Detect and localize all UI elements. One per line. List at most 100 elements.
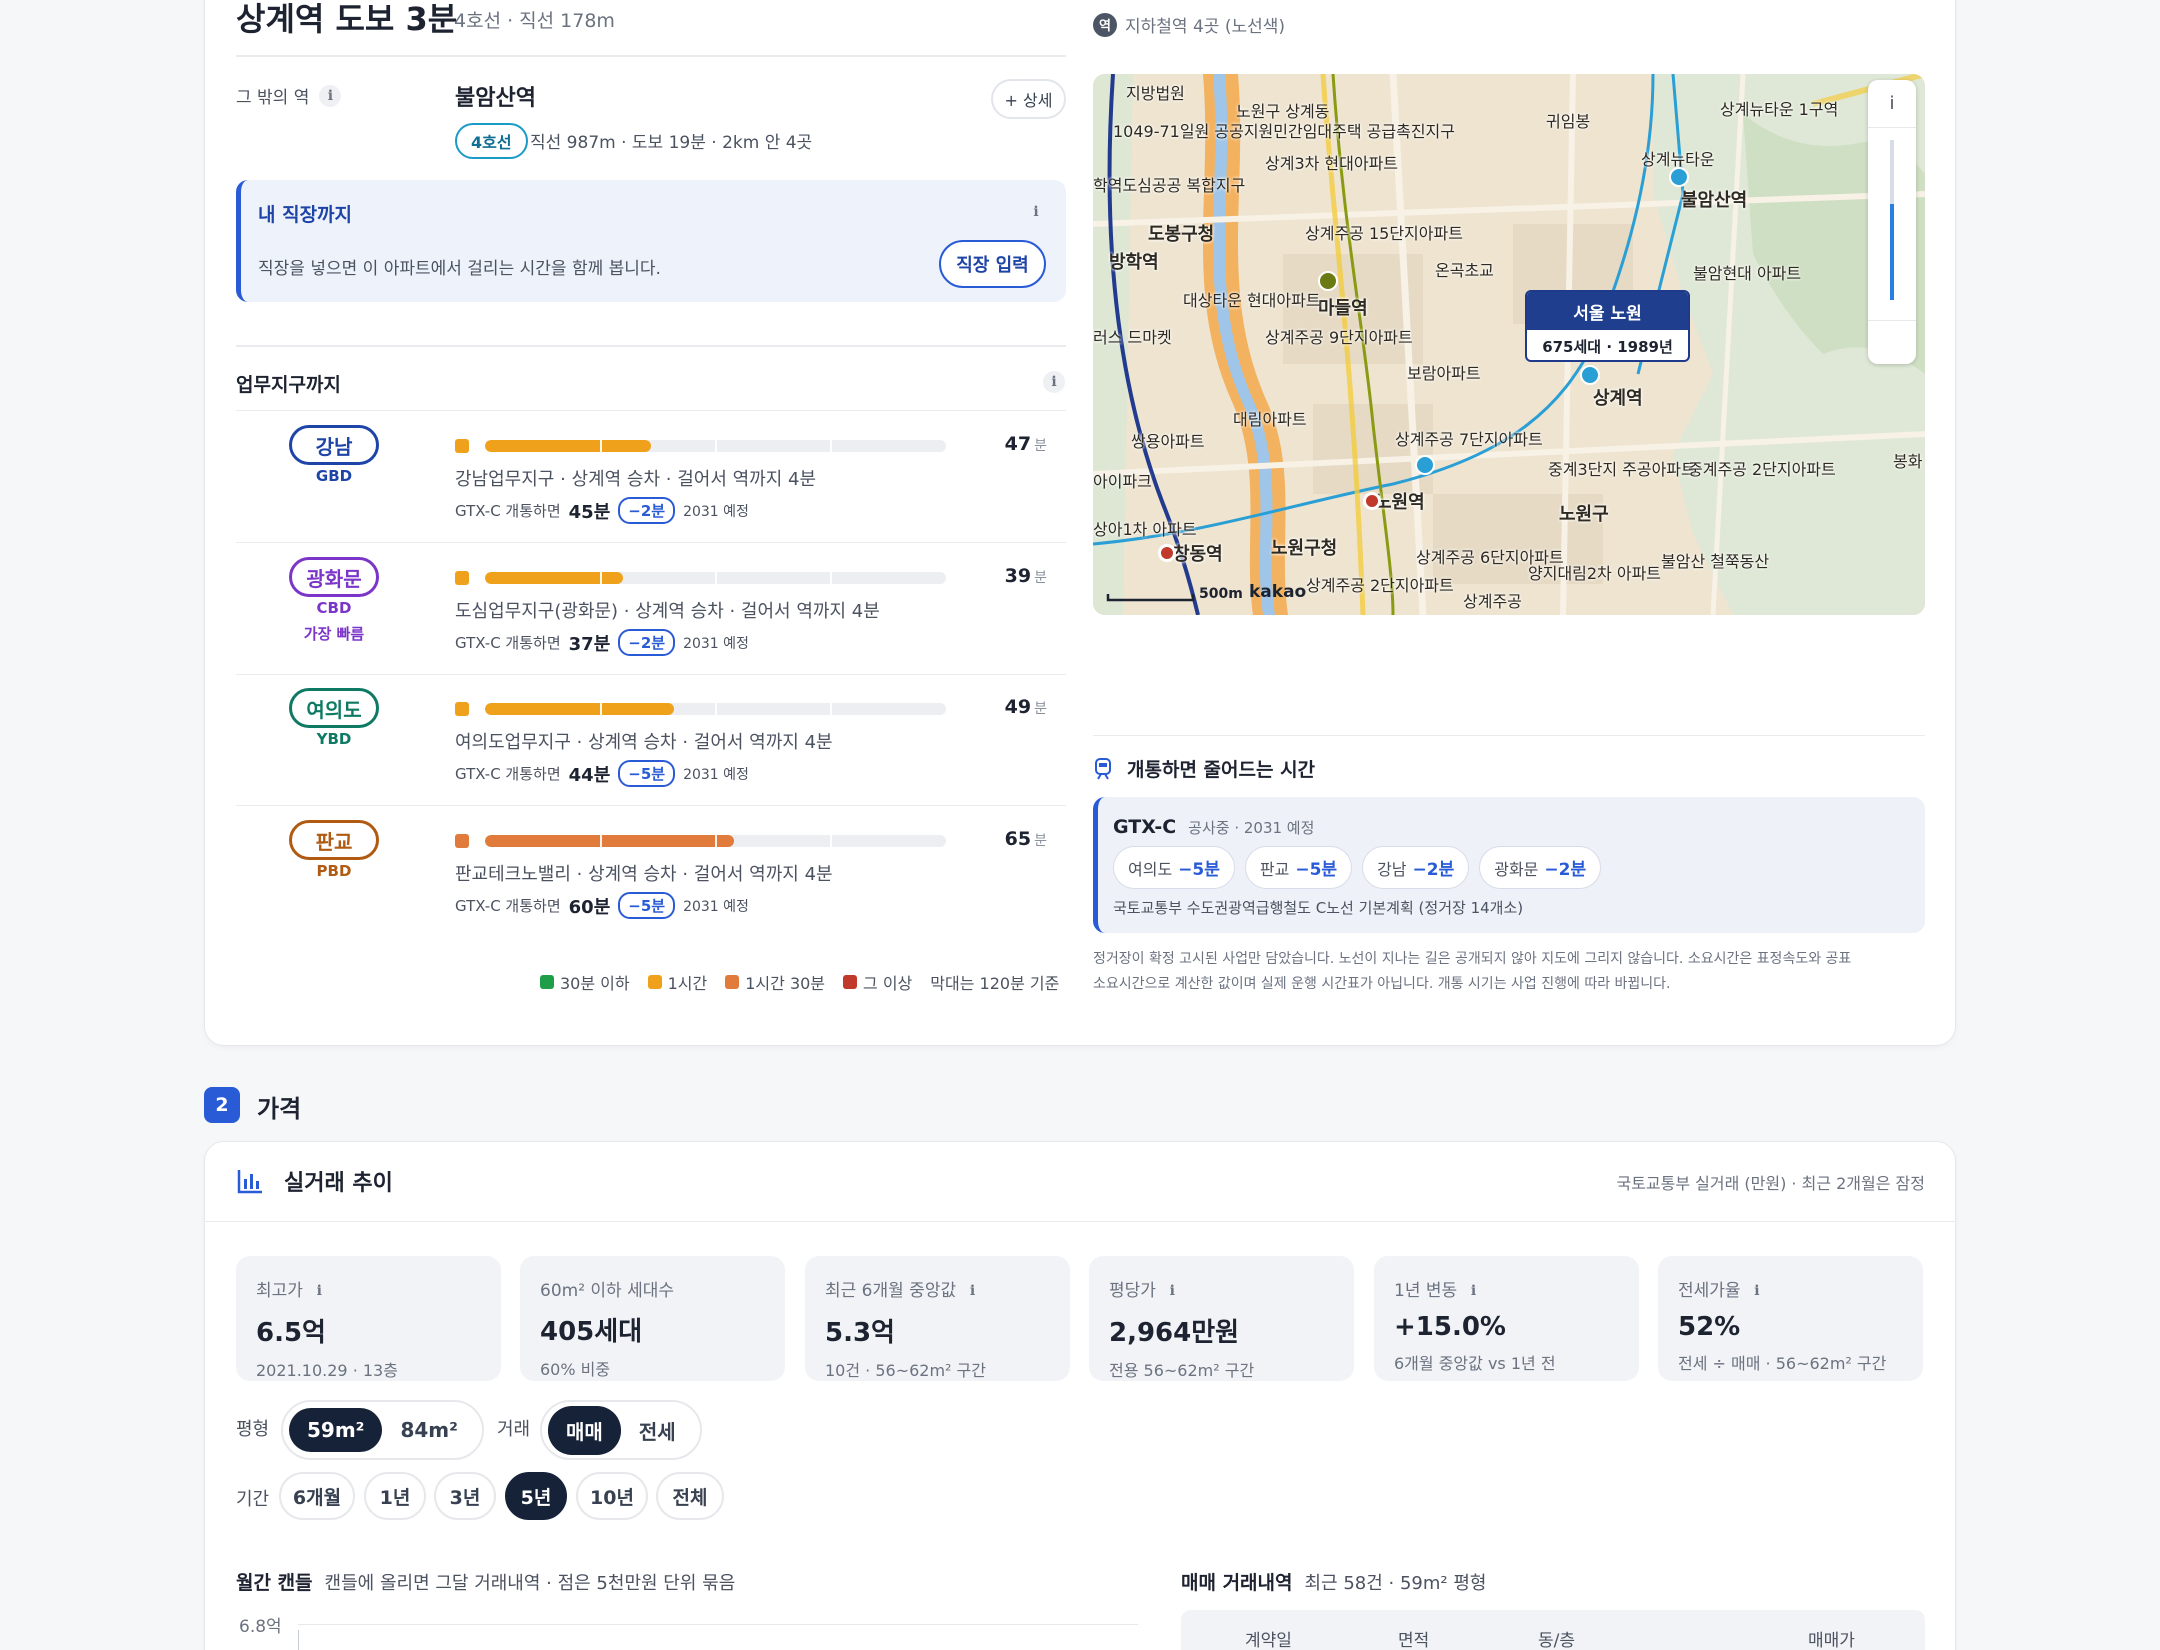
size-option-84[interactable]: 84m² bbox=[382, 1408, 475, 1452]
stat-label: 60m² 이하 세대수 bbox=[540, 1281, 675, 1301]
station-marker-icon[interactable] bbox=[1669, 167, 1689, 187]
col-area[interactable]: 면적 bbox=[1398, 1626, 1429, 1650]
stat-value: +15.0% bbox=[1394, 1312, 1506, 1342]
destination-badge: 강남 bbox=[289, 425, 379, 465]
stat-label: 1년 변동 i bbox=[1394, 1276, 1619, 1302]
deal-option-sale[interactable]: 매매 bbox=[548, 1405, 621, 1455]
divider bbox=[236, 674, 1066, 675]
candle-title: 월간 캔들 bbox=[236, 1572, 313, 1594]
map-label: 상계3차 현대아파트 bbox=[1265, 154, 1399, 173]
map-label: 양지대림2차 아파트 bbox=[1528, 564, 1662, 583]
map-label: 보람아파트 bbox=[1407, 364, 1481, 383]
time-dot bbox=[455, 439, 469, 453]
stat-card: 60m² 이하 세대수 405세대 60% 비중 bbox=[520, 1256, 785, 1381]
route-description: 여의도업무지구 · 상계역 승차 · 걸어서 역까지 4분 bbox=[455, 732, 833, 753]
map-label: 1049-71일원 공공지원민간임대주택 공급촉진지구 bbox=[1113, 122, 1455, 141]
stat-sub: 2021.10.29 · 13층 bbox=[256, 1361, 398, 1380]
zoom-slider[interactable] bbox=[1890, 140, 1894, 300]
time-bar-fill bbox=[485, 703, 674, 715]
map-label: 방학역 bbox=[1109, 252, 1159, 273]
gtx-improvement: GTX-C 개통하면 37분 −2분 2031 예정 bbox=[455, 629, 749, 656]
station-marker-icon[interactable] bbox=[1415, 455, 1435, 475]
map-label: 상계주공 7단지아파트 bbox=[1395, 430, 1543, 449]
info-icon[interactable]: i bbox=[1043, 371, 1065, 393]
other-station-meta: 직선 987m · 도보 19분 · 2km 안 4곳 bbox=[530, 133, 813, 153]
station-marker-icon[interactable] bbox=[1363, 492, 1381, 510]
gtx-line-row: GTX-C 공사중 · 2031 예정 bbox=[1113, 816, 1314, 838]
legend-note: 막대는 120분 기준 bbox=[930, 974, 1060, 993]
period-3y[interactable]: 3년 bbox=[434, 1472, 496, 1520]
chart-icon bbox=[236, 1167, 264, 1195]
station-marker-icon[interactable] bbox=[1318, 271, 1338, 291]
map[interactable]: 지방법원 노원구 상계동 1049-71일원 공공지원민간임대주택 공급촉진지구 귀임… bbox=[1093, 74, 1925, 615]
map-label: 상계주공 9단지아파트 bbox=[1265, 328, 1413, 347]
stat-card: 1년 변동 i +15.0% 6개월 중앙값 vs 1년 전 bbox=[1374, 1256, 1639, 1381]
gtx-improvement: GTX-C 개통하면 60분 −5분 2031 예정 bbox=[455, 892, 749, 919]
destination-badge: 판교 bbox=[289, 820, 379, 860]
section-number-badge: 2 bbox=[204, 1087, 240, 1123]
stat-card: 평당가 i 2,964만원 전용 56~62m² 구간 bbox=[1089, 1256, 1354, 1381]
apartment-callout[interactable]: 서울 노원 675세대 · 1989년 bbox=[1525, 290, 1690, 362]
subway-count: 지하철역 4곳 (노선색) bbox=[1125, 17, 1286, 37]
period-5y[interactable]: 5년 bbox=[505, 1472, 567, 1520]
stat-value: 405세대 bbox=[540, 1317, 643, 1347]
map-label: 봉화 bbox=[1893, 452, 1923, 471]
col-price[interactable]: 매매가 bbox=[1808, 1626, 1855, 1650]
callout-sub: 675세대 · 1989년 bbox=[1542, 337, 1673, 356]
candle-y-tick: 6.8억 bbox=[239, 1617, 282, 1637]
divider bbox=[236, 805, 1066, 806]
info-icon[interactable]: i bbox=[319, 84, 342, 107]
fastest-tag: 가장 빠름 bbox=[303, 625, 365, 643]
map-zoom-control[interactable]: i bbox=[1868, 80, 1916, 364]
gtx-chip: 판교 −5분 bbox=[1244, 846, 1353, 889]
map-label: 노원구청 bbox=[1271, 538, 1338, 559]
period-label: 기간 bbox=[236, 1489, 270, 1510]
period-10y[interactable]: 10년 bbox=[576, 1472, 648, 1520]
divider bbox=[1093, 735, 1925, 736]
station-marker-icon[interactable] bbox=[1158, 544, 1176, 562]
info-icon[interactable]: i bbox=[308, 1280, 330, 1302]
size-toggle[interactable]: 59m² 84m² bbox=[281, 1400, 484, 1460]
destination-code: YBD bbox=[316, 730, 352, 748]
period-6m[interactable]: 6개월 bbox=[279, 1472, 355, 1520]
work-input-button[interactable]: 직장 입력 bbox=[939, 240, 1046, 288]
stat-label: 최고가 i bbox=[256, 1276, 481, 1302]
deal-option-jeonse[interactable]: 전세 bbox=[621, 1406, 694, 1455]
stat-value: 2,964만원 bbox=[1109, 1318, 1240, 1348]
price-card-header: 실거래 추이 bbox=[236, 1165, 393, 1197]
stat-label: 최근 6개월 중앙값 i bbox=[825, 1276, 1050, 1302]
col-date[interactable]: 계약일 bbox=[1245, 1626, 1292, 1650]
period-all[interactable]: 전체 bbox=[656, 1472, 724, 1520]
info-icon[interactable]: i bbox=[1161, 1280, 1183, 1302]
station-title: 상계역 도보 3분 bbox=[236, 0, 458, 38]
map-label: 온곡초교 bbox=[1435, 261, 1494, 280]
stat-card: 최근 6개월 중앙값 i 5.3억 10건 · 56~62m² 구간 bbox=[805, 1256, 1070, 1381]
gtx-note-1: 정거장이 확정 고시된 사업만 담았습니다. 노선이 지나는 길은 공개되지 않… bbox=[1093, 951, 1852, 967]
info-icon[interactable]: i bbox=[1463, 1280, 1485, 1302]
subway-badge-icon: 역 bbox=[1093, 12, 1117, 37]
map-label: 쌍용아파트 bbox=[1131, 432, 1205, 451]
map-label: 귀임봉 bbox=[1546, 112, 1591, 131]
station-meta: 4호선 · 직선 178m bbox=[454, 10, 615, 32]
divider bbox=[236, 542, 1066, 543]
size-option-59[interactable]: 59m² bbox=[289, 1408, 383, 1452]
info-icon[interactable]: i bbox=[962, 1280, 984, 1302]
map-label: 노원역 bbox=[1375, 492, 1425, 513]
legend-item: 1시간 bbox=[647, 970, 707, 994]
map-canvas bbox=[1093, 74, 1925, 615]
map-info-icon[interactable]: i bbox=[1868, 80, 1916, 128]
period-1y[interactable]: 1년 bbox=[364, 1472, 426, 1520]
time-bar bbox=[485, 572, 946, 584]
deal-toggle[interactable]: 매매 전세 bbox=[540, 1400, 702, 1460]
col-dong-floor[interactable]: 동/층 bbox=[1538, 1626, 1575, 1650]
info-icon[interactable]: i bbox=[1746, 1280, 1768, 1302]
travel-minutes: 39 분 bbox=[1004, 565, 1047, 587]
info-icon[interactable]: i bbox=[1025, 201, 1047, 223]
station-marker-icon[interactable] bbox=[1580, 365, 1600, 385]
candle-desc: 캔들에 올리면 그달 거래내역 · 점은 5천만원 단위 묶음 bbox=[324, 1573, 736, 1594]
subway-summary: 역 지하철역 4곳 (노선색) bbox=[1093, 12, 1285, 37]
detail-button[interactable]: + 상세 bbox=[991, 79, 1066, 119]
time-bar bbox=[485, 703, 946, 715]
legend-item: 그 이상 bbox=[843, 970, 912, 994]
legend-item: 30분 이하 bbox=[540, 970, 630, 994]
